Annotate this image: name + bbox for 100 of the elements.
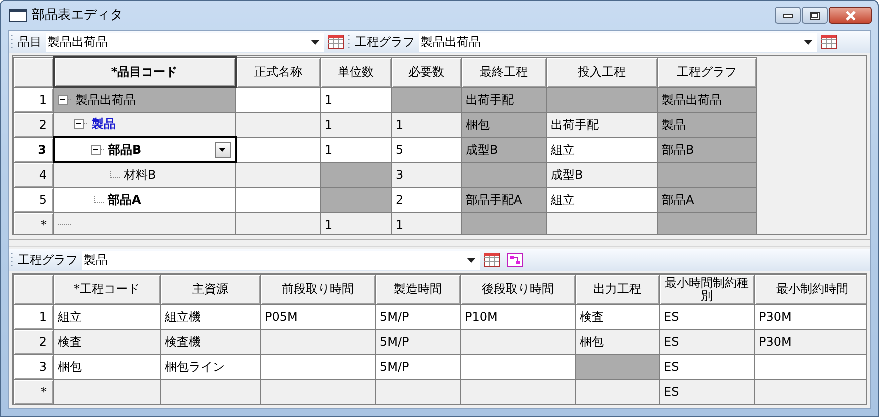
- tree-cell[interactable]: [54, 212, 236, 234]
- grid-cell[interactable]: [54, 380, 160, 404]
- column-header[interactable]: 正式名称: [236, 57, 320, 87]
- tree-cell[interactable]: 製品: [54, 112, 236, 137]
- grid-cell[interactable]: [260, 330, 376, 355]
- grid-cell[interactable]: ES: [660, 304, 754, 330]
- row-header[interactable]: 1: [14, 304, 54, 330]
- grid-cell[interactable]: [236, 87, 320, 112]
- row-header[interactable]: *: [14, 380, 54, 404]
- grid-cell[interactable]: 5M/P: [376, 304, 460, 330]
- grid-cell[interactable]: [460, 330, 576, 355]
- grid-cell[interactable]: [754, 380, 866, 404]
- row-header[interactable]: 5: [14, 187, 54, 212]
- grid-cell[interactable]: 1: [392, 112, 462, 137]
- grid-cell[interactable]: [754, 354, 866, 380]
- row-header[interactable]: 4: [14, 162, 54, 187]
- tree-cell[interactable]: 部品A: [54, 187, 236, 212]
- grid-cell[interactable]: P10M: [460, 304, 576, 330]
- tree-cell[interactable]: 部品B: [54, 137, 236, 162]
- row-header[interactable]: 1: [14, 87, 54, 112]
- grid-cell[interactable]: [576, 380, 660, 404]
- column-header[interactable]: 工程グラフ: [658, 57, 756, 87]
- grid-cell[interactable]: [236, 162, 320, 187]
- grid-cell[interactable]: ES: [660, 330, 754, 355]
- grid-cell[interactable]: [260, 380, 376, 404]
- grid-cell[interactable]: 1: [320, 137, 392, 162]
- close-button[interactable]: [829, 7, 872, 24]
- tree-cell[interactable]: 材料B: [54, 162, 236, 187]
- column-header[interactable]: 主資源: [160, 274, 260, 305]
- grid-cell[interactable]: 1: [392, 212, 462, 234]
- grid-cell[interactable]: 5M/P: [376, 354, 460, 380]
- grid-cell[interactable]: [320, 162, 392, 187]
- grid-cell[interactable]: ES: [660, 380, 754, 404]
- grid-cell[interactable]: 組立: [54, 304, 160, 330]
- minimize-button[interactable]: [775, 7, 801, 24]
- column-header[interactable]: *工程コード: [54, 274, 160, 305]
- grid-cell[interactable]: [236, 212, 320, 234]
- column-header[interactable]: 後段取り時間: [460, 274, 576, 305]
- grid-cell[interactable]: 出荷手配: [462, 87, 546, 112]
- grid-cell[interactable]: [658, 162, 756, 187]
- grid-cell[interactable]: [236, 187, 320, 212]
- grid-cell[interactable]: [260, 354, 376, 380]
- grid-cell[interactable]: 成型B: [546, 162, 658, 187]
- grid-cell[interactable]: [236, 112, 320, 137]
- grid-cell[interactable]: 製品: [658, 112, 756, 137]
- grid-cell[interactable]: 1: [320, 87, 392, 112]
- combo-box[interactable]: 製品出荷品: [419, 32, 817, 52]
- column-header[interactable]: 前段取り時間: [260, 274, 376, 305]
- combo-box[interactable]: 製品: [82, 250, 480, 270]
- grid-cell[interactable]: 梱包: [576, 330, 660, 355]
- grid-cell[interactable]: [460, 354, 576, 380]
- splitter[interactable]: [9, 239, 870, 248]
- column-header[interactable]: 必要数: [392, 57, 462, 87]
- grid-cell[interactable]: [462, 212, 546, 234]
- row-header[interactable]: 3: [14, 137, 54, 162]
- grid-cell[interactable]: 1: [320, 112, 392, 137]
- row-header[interactable]: *: [14, 212, 54, 234]
- grid-cell[interactable]: P30M: [754, 330, 866, 355]
- grid-cell[interactable]: [658, 212, 756, 234]
- grid-cell[interactable]: 部品手配A: [462, 187, 546, 212]
- dropdown-button[interactable]: [214, 142, 230, 158]
- grid-cell[interactable]: 検査機: [160, 330, 260, 355]
- combo-box[interactable]: 製品出荷品: [46, 32, 324, 52]
- grid-cell[interactable]: [160, 380, 260, 404]
- grid-cell[interactable]: P05M: [260, 304, 376, 330]
- grid-cell[interactable]: 組立: [546, 187, 658, 212]
- grid-cell[interactable]: 出荷手配: [546, 112, 658, 137]
- grid-cell[interactable]: 部品A: [658, 187, 756, 212]
- grid-cell[interactable]: 梱包: [462, 112, 546, 137]
- column-header[interactable]: 単位数: [320, 57, 392, 87]
- grid-cell[interactable]: 1: [320, 212, 392, 234]
- grid-cell[interactable]: 部品B: [658, 137, 756, 162]
- grid-cell[interactable]: 梱包ライン: [160, 354, 260, 380]
- grid-cell[interactable]: ES: [660, 354, 754, 380]
- row-header[interactable]: 3: [14, 354, 54, 380]
- grid-cell[interactable]: P30M: [754, 304, 866, 330]
- grid-cell[interactable]: [462, 162, 546, 187]
- grid-cell[interactable]: 梱包: [54, 354, 160, 380]
- grid-cell[interactable]: [376, 380, 460, 404]
- grid-cell[interactable]: 検査: [54, 330, 160, 355]
- column-header[interactable]: 製造時間: [376, 274, 460, 305]
- grid-cell[interactable]: 成型B: [462, 137, 546, 162]
- maximize-button[interactable]: [802, 7, 828, 24]
- grid-cell[interactable]: 検査: [576, 304, 660, 330]
- tree-cell[interactable]: 製品出荷品: [54, 87, 236, 112]
- column-header[interactable]: 最小制約時間: [754, 274, 866, 305]
- grid-cell[interactable]: [460, 380, 576, 404]
- grid-cell[interactable]: [236, 137, 320, 162]
- grid-cell[interactable]: 組立: [546, 137, 658, 162]
- grid-cell[interactable]: [392, 87, 462, 112]
- column-header[interactable]: 最小時間制約種別: [660, 274, 754, 305]
- grid-cell[interactable]: 5: [392, 137, 462, 162]
- grid-cell[interactable]: 組立機: [160, 304, 260, 330]
- column-header[interactable]: 最終工程: [462, 57, 546, 87]
- row-header[interactable]: 2: [14, 330, 54, 355]
- grid-cell[interactable]: [546, 212, 658, 234]
- grid-cell[interactable]: 製品出荷品: [658, 87, 756, 112]
- grid-cell[interactable]: [320, 187, 392, 212]
- grid-cell[interactable]: 3: [392, 162, 462, 187]
- column-header[interactable]: *品目コード: [54, 57, 236, 87]
